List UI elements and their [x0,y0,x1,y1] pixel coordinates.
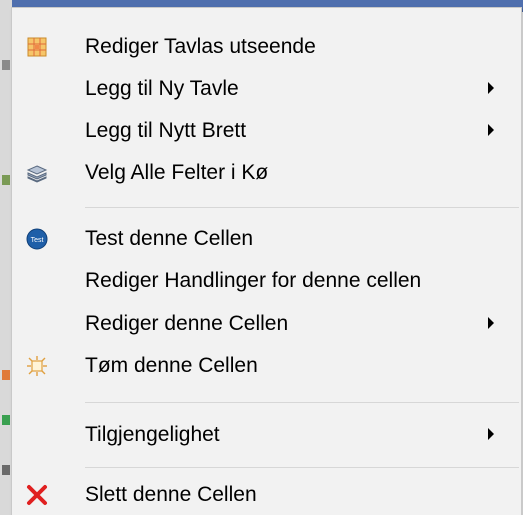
menu-item-label: Test denne Cellen [85,227,254,250]
menu-item-test-cell[interactable]: Test Test denne Cellen [12,220,521,256]
submenu-arrow-icon [488,124,494,136]
svg-text:Test: Test [31,237,44,244]
background-mark [2,415,10,425]
menu-item-add-new-board[interactable]: Legg til Ny Tavle [12,70,521,106]
menu-item-edit-board-appearance[interactable]: Rediger Tavlas utseende [12,28,521,64]
submenu-arrow-icon [488,82,494,94]
background-mark [2,60,10,70]
menu-item-label: Tøm denne Cellen [85,354,258,377]
menu-separator [85,207,519,208]
menu-separator [85,402,519,403]
menu-item-label: Legg til Nytt Brett [85,119,247,142]
background-mark [2,175,10,185]
menu-item-label: Velg Alle Felter i Kø [85,161,269,184]
menu-item-label: Rediger Handlinger for denne cellen [85,269,422,292]
menu-item-edit-cell-actions[interactable]: Rediger Handlinger for denne cellen [12,262,521,298]
background-mark [2,370,10,380]
menu-item-accessibility[interactable]: Tilgjengelighet [12,416,521,452]
menu-item-label: Slett denne Cellen [85,483,257,506]
menu-item-add-new-panel[interactable]: Legg til Nytt Brett [12,112,521,148]
submenu-arrow-icon [488,317,494,329]
stacked-layers-icon [26,162,48,184]
test-badge-icon: Test [26,228,48,250]
menu-item-select-all-queue[interactable]: Velg Alle Felter i Kø [12,154,521,190]
grid-palette-icon [26,36,48,58]
context-menu: Rediger Tavlas utseende Legg til Ny Tavl… [11,7,522,515]
menu-item-label: Rediger Tavlas utseende [85,35,316,58]
menu-item-delete-cell[interactable]: Slett denne Cellen [12,476,521,512]
menu-item-label: Legg til Ny Tavle [85,77,239,100]
menu-separator [85,467,519,468]
submenu-arrow-icon [488,428,494,440]
background-mark [2,465,10,475]
menu-item-label: Rediger denne Cellen [85,312,289,335]
delete-x-icon [26,484,48,506]
menu-item-clear-cell[interactable]: Tøm denne Cellen [12,347,521,383]
menu-item-label: Tilgjengelighet [85,423,220,446]
clear-burst-icon [26,355,48,377]
menu-item-edit-cell[interactable]: Rediger denne Cellen [12,305,521,341]
